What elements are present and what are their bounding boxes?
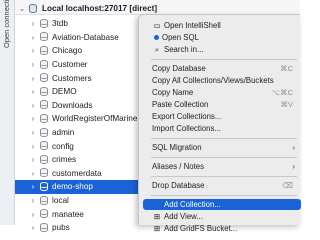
view-icon: ⊞ [153, 212, 161, 222]
chevron-right-icon[interactable]: › [29, 182, 37, 191]
chevron-right-icon: › [292, 143, 295, 153]
chevron-right-icon[interactable]: › [29, 60, 37, 69]
menu-item-copy-name[interactable]: Copy Name ⌥⌘C [143, 87, 301, 98]
menu-item-copy-all-collections[interactable]: Copy All Collections/Views/Buckets [143, 75, 301, 86]
database-icon [40, 86, 49, 97]
database-label: Customer [52, 60, 88, 70]
chevron-right-icon[interactable]: › [29, 169, 37, 178]
search-icon: ⌕ [154, 44, 160, 54]
database-icon [40, 32, 49, 42]
database-label: Chicago [52, 46, 83, 56]
menu-item-sql-migration[interactable]: SQL Migration › [143, 142, 301, 153]
database-icon [40, 209, 49, 219]
database-label: Aviation-Database [52, 32, 119, 42]
database-label: config [52, 141, 74, 151]
menu-item-copy-database[interactable]: Copy Database ⌘C [143, 63, 301, 74]
menu-item-open-intellishell[interactable]: ▭ Open IntelliShell [143, 20, 301, 31]
database-icon [40, 113, 49, 124]
menu-separator [151, 176, 297, 177]
menu-item-add-collection[interactable]: Add Collection... [143, 199, 301, 211]
chevron-right-icon[interactable]: › [29, 46, 37, 55]
side-tab-label: Open connections [2, 0, 11, 48]
menu-item-open-sql[interactable]: Open SQL [143, 32, 301, 43]
menu-item-import-collections[interactable]: Import Collections... [143, 123, 301, 134]
chevron-right-icon[interactable]: › [29, 223, 37, 232]
chevron-right-icon[interactable]: › [29, 155, 37, 164]
database-label: pubs [52, 223, 70, 233]
chevron-right-icon[interactable]: › [29, 128, 37, 137]
chevron-right-icon[interactable]: › [29, 114, 37, 123]
shortcut-label: ⌫ [282, 181, 293, 191]
database-icon [40, 100, 49, 110]
context-menu: ▭ Open IntelliShell Open SQL ⌕ Search in… [138, 14, 301, 233]
menu-item-export-collections[interactable]: Export Collections... [143, 111, 301, 122]
chevron-right-icon[interactable]: › [29, 196, 37, 205]
database-label: 3tdb [52, 19, 68, 29]
database-icon [40, 45, 49, 56]
database-label: Downloads [52, 100, 93, 110]
server-icon [28, 3, 39, 14]
menu-item-add-gridfs-bucket[interactable]: ⊞ Add GridFS Bucket... [143, 223, 301, 234]
database-icon [40, 59, 49, 70]
chevron-right-icon[interactable]: › [29, 101, 37, 110]
database-label: WorldRegisterOfMarineSpe [52, 114, 152, 124]
connection-label: Local localhost:27017 [direct] [42, 4, 158, 14]
menu-item-aliases-notes[interactable]: Aliases / Notes › [143, 161, 301, 172]
menu-separator [151, 59, 297, 60]
database-label: DEMO [52, 87, 77, 97]
database-label: crimes [52, 155, 77, 165]
database-icon [40, 154, 49, 165]
shortcut-label: ⌘V [280, 100, 293, 110]
menu-separator [151, 157, 297, 158]
chevron-right-icon[interactable]: › [29, 74, 37, 83]
chevron-right-icon[interactable]: › [29, 33, 37, 42]
bucket-icon: ⊞ [153, 224, 161, 234]
open-connections-side-tab[interactable]: Open connections [0, 0, 15, 225]
database-icon [40, 18, 49, 29]
menu-item-add-view[interactable]: ⊞ Add View... [143, 211, 301, 222]
menu-item-search-in[interactable]: ⌕ Search in... [143, 44, 301, 55]
database-label: customerdata [52, 168, 102, 178]
chevron-right-icon[interactable]: › [29, 19, 37, 28]
database-label: local [52, 196, 69, 206]
menu-item-drop-database[interactable]: Drop Database ⌫ [143, 180, 301, 191]
menu-item-paste-collection[interactable]: Paste Collection ⌘V [143, 99, 301, 110]
shortcut-label: ⌘C [280, 64, 293, 74]
chevron-right-icon[interactable]: › [29, 87, 37, 96]
database-icon [40, 141, 49, 151]
database-icon [40, 181, 49, 192]
chevron-right-icon[interactable]: › [29, 210, 37, 219]
database-label: manatee [52, 209, 84, 219]
shortcut-label: ⌥⌘C [271, 88, 293, 98]
menu-separator [151, 138, 297, 139]
chevron-down-icon[interactable]: ⌄ [18, 4, 26, 13]
database-icon [40, 222, 49, 233]
sql-icon [154, 35, 159, 41]
terminal-icon: ▭ [153, 21, 161, 31]
chevron-right-icon: › [292, 162, 295, 172]
chevron-right-icon[interactable]: › [29, 142, 37, 151]
database-icon [40, 195, 49, 206]
database-icon [40, 73, 49, 83]
menu-separator [151, 195, 297, 196]
database-label: Customers [52, 73, 92, 83]
database-label: demo-shop [52, 182, 93, 192]
database-label: admin [52, 128, 75, 138]
database-icon [40, 127, 49, 138]
database-icon [40, 168, 49, 178]
